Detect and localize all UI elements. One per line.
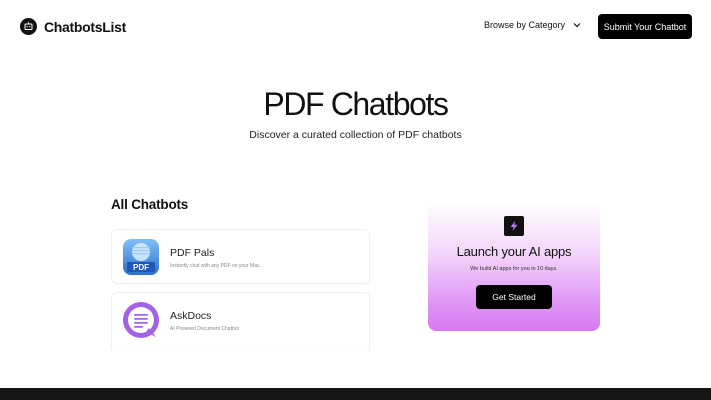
chatbot-description: AI Powered Document Chatbot — [170, 326, 239, 332]
pdf-pals-app-icon: PDF — [122, 238, 160, 276]
lightning-bolt-icon — [504, 216, 524, 236]
page-subtitle: Discover a curated collection of PDF cha… — [249, 129, 462, 141]
all-chatbots-heading: All Chatbots — [111, 197, 189, 212]
site-header: ChatbotsList Browse by Category Submit Y… — [0, 0, 711, 54]
submit-chatbot-button[interactable]: Submit Your Chatbot — [598, 14, 692, 39]
site-footer — [0, 388, 711, 400]
promo-subtitle: We build AI apps for you in 10 days. — [470, 266, 558, 272]
chatbot-name: AskDocs — [170, 310, 212, 322]
promo-title: Launch your AI apps — [456, 244, 572, 259]
chatbot-card-pdf-pals[interactable]: PDF PDF Pals Instantly chat with any PDF… — [111, 229, 370, 284]
robot-icon — [20, 18, 37, 35]
launch-ai-apps-promo: Launch your AI apps We build AI apps for… — [428, 202, 600, 331]
chevron-down-icon — [573, 20, 581, 30]
page-title: PDF Chatbots — [263, 86, 449, 122]
site-logo[interactable]: ChatbotsList — [20, 18, 126, 35]
askdocs-app-icon — [122, 301, 160, 339]
chatbot-description: Instantly chat with any PDF on your Mac. — [170, 263, 261, 269]
browse-category-label: Browse by Category — [484, 20, 566, 30]
pdf-pals-thumb-label: PDF — [133, 262, 149, 272]
chatbot-card-askdocs[interactable]: AskDocs AI Powered Document Chatbot — [111, 292, 370, 350]
browse-category-dropdown[interactable]: Browse by Category — [484, 20, 581, 30]
logo-text: ChatbotsList — [44, 18, 126, 35]
get-started-button[interactable]: Get Started — [476, 285, 552, 309]
chatbot-name: PDF Pals — [170, 247, 215, 259]
